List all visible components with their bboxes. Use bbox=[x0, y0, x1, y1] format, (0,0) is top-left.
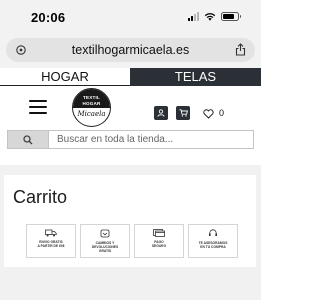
status-time: 20:06 bbox=[31, 10, 66, 25]
feature-advice: TE ASESORAMOS EN TU COMPRA bbox=[188, 224, 238, 258]
address-bar[interactable]: textilhogarmicaela.es bbox=[6, 38, 255, 62]
feature-secure-payment: PAGO SEGURO bbox=[134, 224, 184, 258]
hamburger-menu-icon[interactable] bbox=[29, 100, 47, 114]
feature-free-shipping: ENVIO GRATIS A PARTIR DE 60€ bbox=[26, 224, 76, 258]
logo-line-2: HOGAR bbox=[82, 100, 101, 106]
logo-script: Micaela bbox=[77, 110, 106, 118]
feature-text: CAMBIOS Y DEVOLUCIONES GRATIS bbox=[91, 241, 119, 253]
cellular-signal-icon bbox=[188, 12, 199, 21]
features-row: ENVIO GRATIS A PARTIR DE 60€ CAMBIOS Y D… bbox=[26, 224, 238, 258]
feature-text: TE ASESORAMOS EN TU COMPRA bbox=[198, 241, 228, 249]
return-box-icon bbox=[100, 229, 110, 238]
cart-button[interactable] bbox=[176, 106, 190, 120]
payment-icon bbox=[153, 229, 165, 237]
search-bar bbox=[7, 130, 254, 149]
url-text[interactable]: textilhogarmicaela.es bbox=[6, 43, 255, 57]
search-icon bbox=[23, 134, 33, 144]
logo-line-1: TEXTIL bbox=[82, 95, 101, 100]
status-bar: 20:06 bbox=[0, 0, 261, 36]
truck-icon bbox=[45, 229, 57, 237]
feature-text: ENVIO GRATIS A PARTIR DE 60€ bbox=[37, 240, 65, 248]
support-icon bbox=[209, 229, 217, 236]
wishlist-count: 0 bbox=[219, 108, 225, 118]
cart-card: Carrito ENVIO GRATIS A PARTIR DE 60€ CAM… bbox=[4, 175, 256, 267]
account-button[interactable] bbox=[154, 106, 168, 120]
page-title: Carrito bbox=[13, 187, 68, 207]
user-icon bbox=[157, 109, 165, 117]
tab-hogar[interactable]: HOGAR bbox=[0, 68, 130, 86]
status-icons bbox=[188, 12, 241, 21]
shopping-cart-icon bbox=[179, 109, 188, 117]
share-icon[interactable] bbox=[235, 43, 246, 56]
tab-telas[interactable]: TELAS bbox=[130, 68, 261, 86]
wifi-icon bbox=[204, 13, 216, 21]
browser-toolbar: textilhogarmicaela.es bbox=[0, 36, 261, 68]
cart-section: Carrito ENVIO GRATIS A PARTIR DE 60€ CAM… bbox=[0, 165, 261, 300]
feature-free-returns: CAMBIOS Y DEVOLUCIONES GRATIS bbox=[80, 224, 130, 258]
store-logo[interactable]: TEXTIL HOGAR Micaela bbox=[72, 88, 111, 127]
store-tabs: HOGAR TELAS bbox=[0, 68, 261, 86]
feature-text: PAGO SEGURO bbox=[151, 240, 167, 248]
wishlist-heart-icon[interactable] bbox=[203, 109, 214, 119]
search-button[interactable] bbox=[8, 131, 49, 148]
search-input[interactable] bbox=[49, 131, 253, 148]
battery-icon bbox=[221, 12, 241, 21]
